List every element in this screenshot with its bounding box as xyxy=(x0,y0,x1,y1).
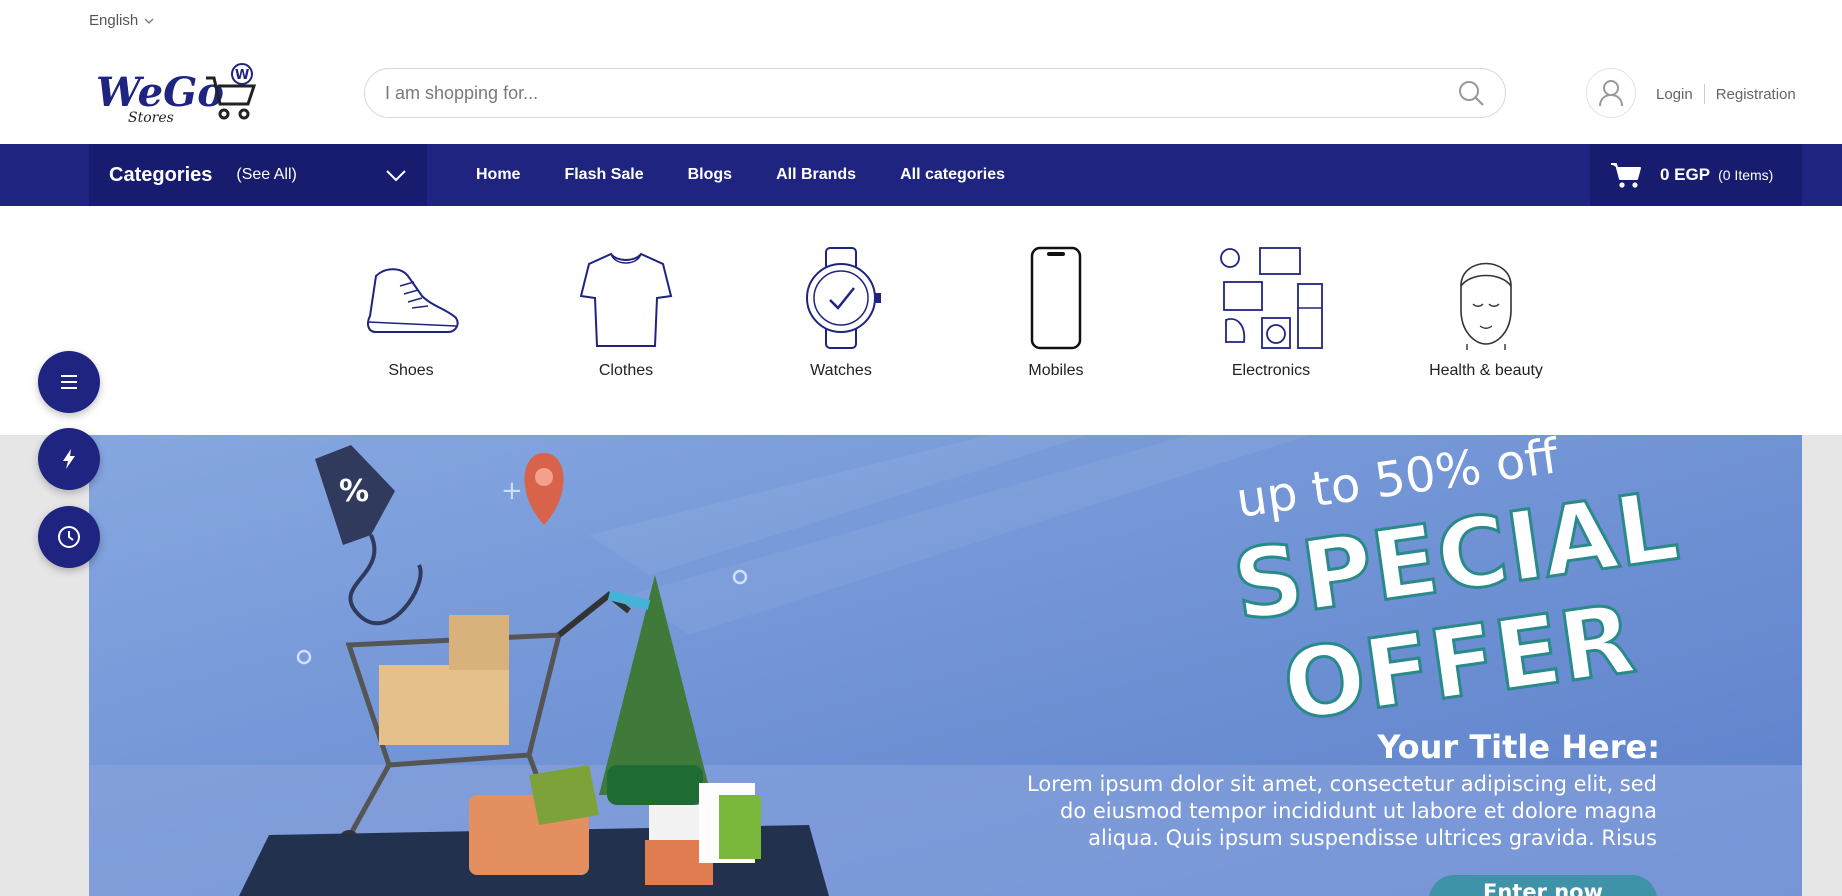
tshirt-icon xyxy=(579,252,673,347)
svg-text:Stores: Stores xyxy=(128,110,174,124)
logo[interactable]: WeGo Stores W xyxy=(94,62,264,124)
search-icon[interactable] xyxy=(1457,79,1485,107)
flash-icon xyxy=(63,449,75,469)
cart-amount: 0 EGP xyxy=(1660,165,1711,184)
categories-dropdown[interactable]: Categories (See All) xyxy=(89,144,427,206)
auth-links: Login Registration xyxy=(1656,84,1796,104)
mobile-icon xyxy=(1030,246,1082,350)
category-label: Clothes xyxy=(598,362,654,379)
top-bar: English xyxy=(0,0,1842,42)
categories-title: Categories xyxy=(109,163,213,186)
svg-text:+: + xyxy=(501,476,523,506)
language-label: English xyxy=(89,12,139,29)
cart-icon xyxy=(1611,163,1641,188)
electronics-icon xyxy=(1220,247,1323,349)
search-bar xyxy=(364,68,1506,118)
svg-text:%: % xyxy=(339,474,369,509)
chevron-down-icon xyxy=(386,170,406,182)
watch-icon xyxy=(806,247,881,349)
divider xyxy=(1703,84,1705,104)
banner-body-line: do eiusmod tempor incididunt ut labore e… xyxy=(1060,799,1657,823)
floating-flash-button[interactable] xyxy=(38,428,100,490)
nav-links: Home Flash Sale Blogs All Brands All cat… xyxy=(476,144,1005,206)
nav-all-categories[interactable]: All categories xyxy=(900,166,1005,184)
login-link[interactable]: Login xyxy=(1656,86,1693,103)
shoe-icon xyxy=(367,268,459,333)
menu-icon xyxy=(61,375,77,389)
category-label: Electronics xyxy=(1231,362,1311,379)
user-icon xyxy=(1599,80,1623,107)
svg-text:W: W xyxy=(235,68,249,83)
language-selector[interactable]: English xyxy=(89,12,154,29)
enter-now-label: Enter now xyxy=(1483,880,1603,896)
category-label: Health & beauty xyxy=(1429,362,1543,379)
see-all-link[interactable]: (See All) xyxy=(236,166,296,184)
banner-artwork: % + up to 50% off SPECIAL OFFER Your Tit… xyxy=(89,435,1802,896)
main-navbar: Categories (See All) Home Flash Sale Blo… xyxy=(0,144,1842,206)
banner-heading: Your Title Here: xyxy=(1376,728,1660,766)
hero-banner[interactable]: % + up to 50% off SPECIAL OFFER Your Tit… xyxy=(89,435,1802,896)
svg-text:WeGo: WeGo xyxy=(96,69,224,116)
header: WeGo Stores W Login Registration xyxy=(0,42,1842,144)
categories-panel: Shoes Clothes Watches Mobiles Electronic… xyxy=(0,206,1842,435)
cart-item-count: (0 Items) xyxy=(1718,167,1774,183)
category-label: Shoes xyxy=(388,362,434,379)
category-shoes[interactable]: Shoes xyxy=(331,246,491,380)
category-mobiles[interactable]: Mobiles xyxy=(976,246,1136,380)
banner-body-line: Lorem ipsum dolor sit amet, consectetur … xyxy=(1027,772,1657,796)
nav-flash-sale[interactable]: Flash Sale xyxy=(564,166,643,184)
chevron-down-icon xyxy=(144,18,154,24)
category-clothes[interactable]: Clothes xyxy=(546,246,706,380)
user-avatar-button[interactable] xyxy=(1586,68,1636,118)
search-input[interactable] xyxy=(385,82,1457,104)
category-health-beauty[interactable]: Health & beauty xyxy=(1406,246,1566,380)
registration-link[interactable]: Registration xyxy=(1716,86,1796,103)
nav-home[interactable]: Home xyxy=(476,166,520,184)
category-watches[interactable]: Watches xyxy=(761,246,921,380)
beauty-icon xyxy=(1460,262,1512,350)
nav-blogs[interactable]: Blogs xyxy=(688,166,732,184)
clock-icon xyxy=(58,526,80,548)
banner-body-line: aliqua. Quis ipsum suspendisse ultrices … xyxy=(1088,826,1657,850)
floating-clock-button[interactable] xyxy=(38,506,100,568)
floating-menu-button[interactable] xyxy=(38,351,100,413)
category-electronics[interactable]: Electronics xyxy=(1191,246,1351,380)
category-label: Mobiles xyxy=(1028,362,1084,379)
nav-all-brands[interactable]: All Brands xyxy=(776,166,856,184)
category-label: Watches xyxy=(810,362,872,379)
cart-button[interactable]: 0 EGP (0 Items) xyxy=(1590,144,1802,206)
